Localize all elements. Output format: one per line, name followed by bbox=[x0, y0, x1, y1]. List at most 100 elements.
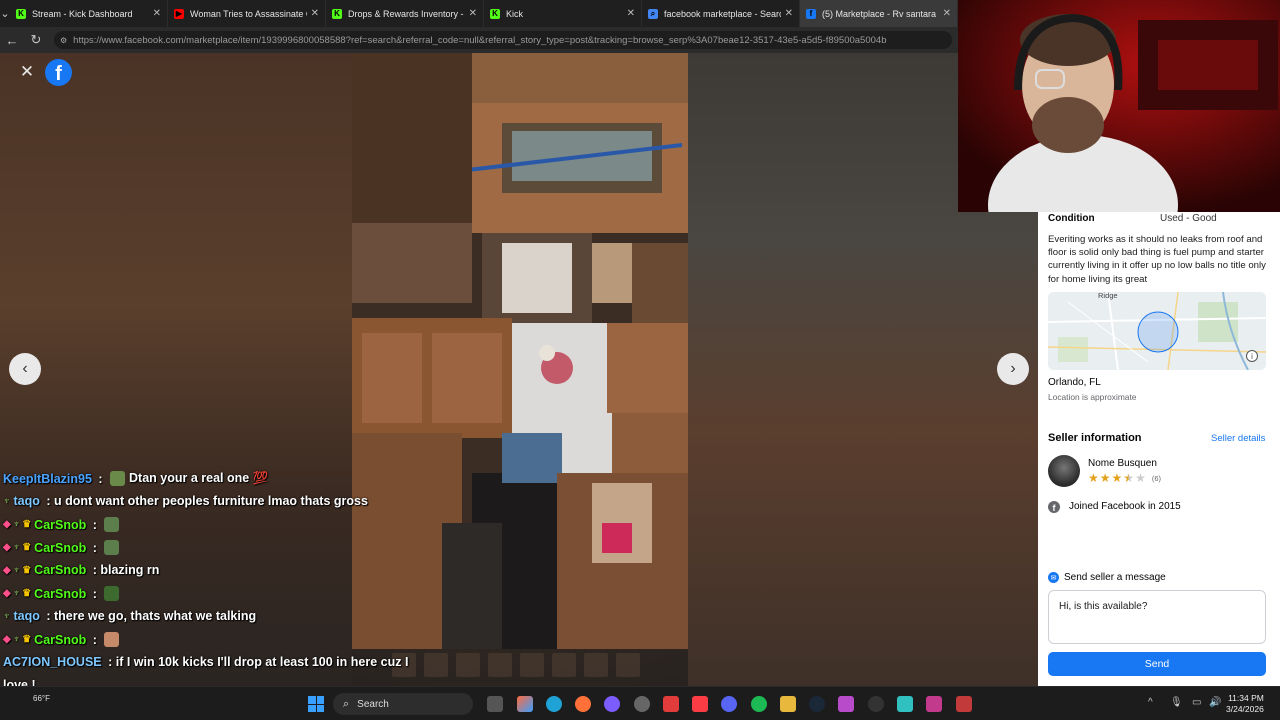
tab-close-icon[interactable]: ✕ bbox=[311, 8, 319, 19]
map-tiles bbox=[1048, 292, 1266, 370]
browser-tab[interactable]: K Drops & Rewards Inventory - Kick ✕ bbox=[326, 0, 484, 27]
star-half-icon: ★ bbox=[1123, 471, 1135, 485]
photo-thumbnail[interactable] bbox=[552, 653, 576, 677]
tab-close-icon[interactable]: ✕ bbox=[627, 8, 635, 19]
photo-thumbnail[interactable] bbox=[488, 653, 512, 677]
chat-badges: ◆ ♆ ♛ bbox=[3, 542, 31, 553]
review-count[interactable]: (6) bbox=[1152, 474, 1161, 483]
discord-icon[interactable] bbox=[721, 696, 737, 712]
steam-icon[interactable] bbox=[809, 696, 825, 712]
seller-name[interactable]: Nome Busquen bbox=[1088, 458, 1157, 469]
tab-close-icon[interactable]: ✕ bbox=[153, 8, 161, 19]
seller-details-link[interactable]: Seller details bbox=[1211, 433, 1265, 444]
app-purple-icon[interactable] bbox=[838, 696, 854, 712]
weather-widget[interactable]: 66°F bbox=[33, 694, 50, 703]
browser-tab[interactable]: K Kick ✕ bbox=[484, 0, 642, 27]
facebook-logo-glyph: f bbox=[55, 63, 62, 85]
app-dark-icon[interactable] bbox=[868, 696, 884, 712]
spotify-icon[interactable] bbox=[751, 696, 767, 712]
message-input[interactable]: Hi, is this available? bbox=[1048, 590, 1266, 644]
tab-close-icon[interactable]: ✕ bbox=[943, 8, 951, 19]
volume-icon[interactable]: 🔊 bbox=[1209, 697, 1221, 708]
back-arrow-icon[interactable]: ← bbox=[0, 27, 24, 53]
app-icon[interactable] bbox=[604, 696, 620, 712]
vip-badge-icon: ♆ bbox=[12, 634, 21, 645]
close-icon[interactable]: ✕ bbox=[16, 61, 38, 83]
photo-thumbnail[interactable] bbox=[584, 653, 608, 677]
vip-badge-icon: ♆ bbox=[3, 495, 11, 507]
taskbar-search[interactable]: ⌕ Search bbox=[333, 693, 473, 715]
listing-description: Everiting works as it should no leaks fr… bbox=[1048, 234, 1266, 285]
chat-badges: ◆ ♆ ♛ bbox=[3, 565, 31, 576]
windows-taskbar: 66°F ⌕ Search ^ 🎙 ▭ 🔊 11:34 PM 3/24/2026 bbox=[0, 686, 1280, 720]
obs-icon[interactable] bbox=[634, 696, 650, 712]
next-photo-button[interactable]: › bbox=[997, 353, 1029, 385]
chat-username[interactable]: CarSnob bbox=[34, 518, 86, 532]
file-explorer-icon[interactable] bbox=[780, 696, 796, 712]
chat-username[interactable]: CarSnob bbox=[34, 633, 86, 647]
app-red-icon[interactable] bbox=[663, 696, 679, 712]
clock-date: 3/24/2026 bbox=[1226, 704, 1264, 714]
tab-title: Kick bbox=[506, 8, 524, 19]
chat-separator: : bbox=[94, 471, 107, 486]
chat-username[interactable]: taqo bbox=[14, 609, 40, 623]
chat-emote-icon bbox=[110, 471, 126, 486]
tab-menu-chevron-icon[interactable]: ⌄ bbox=[0, 0, 10, 27]
gift-badge-icon: ◆ bbox=[3, 542, 11, 553]
chat-emote-icon bbox=[104, 632, 120, 647]
edge-browser-icon[interactable] bbox=[546, 696, 562, 712]
photo-thumbnail[interactable] bbox=[616, 653, 640, 677]
photo-thumbnail[interactable] bbox=[520, 653, 544, 677]
windows-start-icon[interactable] bbox=[308, 696, 324, 712]
browser-tab[interactable]: f (5) Marketplace - Rv santara | Fa ✕ bbox=[800, 0, 958, 27]
chat-username[interactable]: KeepItBlazin95 bbox=[3, 472, 92, 486]
tab-title: Woman Tries to Assassinate Cop D bbox=[190, 8, 307, 19]
chat-username[interactable]: CarSnob bbox=[34, 587, 86, 601]
photo-thumbnail[interactable] bbox=[456, 653, 480, 677]
microphone-icon[interactable]: 🎙 bbox=[1170, 697, 1183, 708]
fx-app-icon[interactable] bbox=[926, 696, 942, 712]
task-view-icon[interactable] bbox=[487, 696, 503, 712]
chat-message: ◆ ♆ ♛ CarSnob : bbox=[3, 517, 120, 532]
chat-message: AC7ION_HOUSE : if I win 10k kicks I'll d… bbox=[3, 655, 408, 669]
chat-username[interactable]: AC7ION_HOUSE bbox=[3, 655, 102, 669]
messenger-icon: ✉ bbox=[1048, 572, 1059, 583]
chat-username[interactable]: taqo bbox=[14, 494, 40, 508]
browser-tab[interactable]: ⌕ facebook marketplace - Search ✕ bbox=[642, 0, 800, 27]
tab-title: Drops & Rewards Inventory - Kick bbox=[348, 8, 465, 19]
chat-message: ◆ ♆ ♛ CarSnob : blazing rn bbox=[3, 563, 159, 577]
chat-username[interactable]: CarSnob bbox=[34, 563, 86, 577]
taskbar-clock[interactable]: 11:34 PM 3/24/2026 bbox=[1226, 693, 1264, 715]
chat-username[interactable]: CarSnob bbox=[34, 541, 86, 555]
previous-photo-button[interactable]: ‹ bbox=[9, 353, 41, 385]
reload-icon[interactable]: ↻ bbox=[24, 27, 48, 53]
site-info-icon[interactable]: ⚙ bbox=[60, 36, 67, 45]
app-teal-icon[interactable] bbox=[897, 696, 913, 712]
tray-chevron-icon[interactable]: ^ bbox=[1148, 697, 1153, 708]
url-field[interactable]: ⚙ https://www.facebook.com/marketplace/i… bbox=[54, 31, 952, 49]
music-icon[interactable] bbox=[692, 696, 708, 712]
browser-tab[interactable]: ▶ Woman Tries to Assassinate Cop D ✕ bbox=[168, 0, 326, 27]
firefox-icon[interactable] bbox=[575, 696, 591, 712]
copilot-icon[interactable] bbox=[517, 696, 533, 712]
tab-close-icon[interactable]: ✕ bbox=[785, 8, 793, 19]
valorant-icon[interactable] bbox=[956, 696, 972, 712]
browser-tab[interactable]: K Stream - Kick Dashboard ✕ bbox=[10, 0, 168, 27]
tab-favicon-icon: K bbox=[16, 8, 26, 19]
tab-title: facebook marketplace - Search bbox=[664, 8, 781, 19]
chat-emote-icon bbox=[104, 586, 120, 601]
chat-message: ♆ taqo : u dont want other peoples furnit… bbox=[3, 494, 368, 508]
rv-interior-photo bbox=[352, 53, 688, 649]
avatar[interactable] bbox=[1048, 455, 1080, 487]
location-map[interactable] bbox=[1048, 292, 1266, 370]
tab-favicon-icon: f bbox=[806, 8, 816, 19]
display-icon[interactable]: ▭ bbox=[1192, 697, 1201, 708]
tab-close-icon[interactable]: ✕ bbox=[469, 8, 477, 19]
chevron-right-icon: › bbox=[1010, 360, 1016, 377]
photo-thumbnail[interactable] bbox=[424, 653, 448, 677]
info-icon[interactable]: i bbox=[1246, 350, 1258, 362]
send-button[interactable]: Send bbox=[1048, 652, 1266, 676]
facebook-logo-icon[interactable]: f bbox=[45, 59, 72, 86]
chat-separator: : bbox=[42, 609, 54, 623]
star-icon: ★ bbox=[1111, 471, 1123, 485]
